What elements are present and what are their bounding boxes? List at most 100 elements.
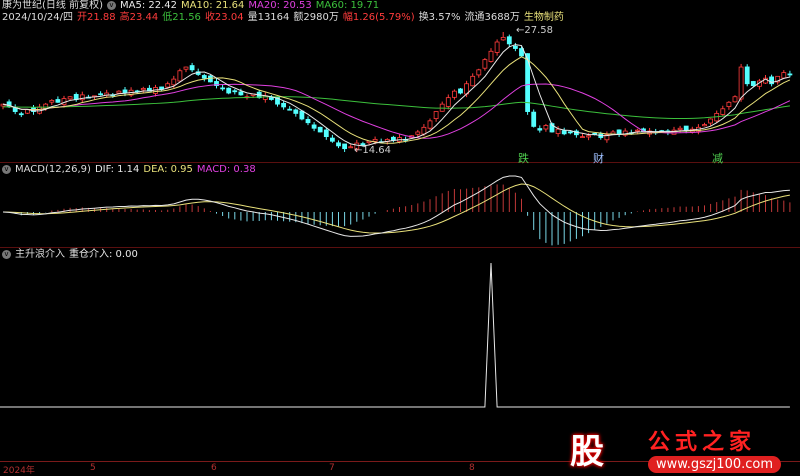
candle bbox=[555, 128, 561, 134]
candle bbox=[616, 129, 622, 135]
candle bbox=[24, 109, 30, 114]
signal-label: 跌 bbox=[518, 152, 529, 165]
candle bbox=[299, 110, 305, 120]
candle bbox=[488, 50, 494, 62]
candle bbox=[171, 78, 177, 86]
x-axis-label: 2024年 bbox=[3, 466, 35, 476]
candle bbox=[43, 103, 49, 109]
candle bbox=[226, 87, 232, 94]
dif-value: DIF: 1.14 bbox=[94, 164, 140, 175]
indicator-value: 重仓介入: 0.00 bbox=[69, 249, 138, 260]
candle bbox=[317, 126, 323, 133]
logo-name: 公式之家 bbox=[648, 430, 757, 455]
watermark-logo: 股 公式之家 www.gszj100.com bbox=[556, 420, 800, 476]
candle bbox=[506, 36, 512, 45]
candle bbox=[305, 118, 311, 124]
low-price-value: 14.64 bbox=[362, 145, 392, 156]
candle bbox=[702, 124, 707, 127]
candle bbox=[567, 131, 573, 134]
candle bbox=[140, 87, 146, 91]
candle bbox=[458, 88, 463, 94]
candle bbox=[189, 65, 195, 71]
candle bbox=[201, 75, 207, 79]
price-chart[interactable] bbox=[0, 0, 800, 476]
candle bbox=[372, 138, 378, 142]
candle bbox=[342, 143, 348, 150]
candle bbox=[738, 66, 744, 100]
candle bbox=[232, 90, 238, 93]
candle bbox=[281, 102, 287, 108]
candle bbox=[744, 66, 750, 85]
candle bbox=[732, 96, 738, 103]
low-price-label: ←14.64 bbox=[354, 145, 392, 156]
candle bbox=[323, 129, 329, 138]
candle bbox=[781, 72, 787, 79]
candle bbox=[708, 118, 713, 124]
candle bbox=[750, 81, 756, 87]
high-price-label: ←27.58 bbox=[516, 25, 554, 36]
candle bbox=[311, 124, 317, 129]
chevron-down-icon[interactable]: v bbox=[2, 164, 11, 174]
candle bbox=[415, 131, 421, 135]
logo-url: www.gszj100.com bbox=[648, 456, 782, 473]
indicator-line bbox=[0, 262, 790, 408]
candle bbox=[482, 59, 488, 69]
candle bbox=[293, 109, 299, 114]
candle bbox=[635, 129, 640, 132]
chevron-down-icon[interactable]: v bbox=[2, 249, 11, 259]
candle bbox=[329, 137, 335, 142]
candle bbox=[116, 90, 122, 94]
signal-label: 财 bbox=[593, 152, 604, 165]
candle bbox=[476, 69, 482, 76]
candle bbox=[183, 66, 189, 70]
candle bbox=[494, 41, 500, 53]
x-axis-label: 8 bbox=[469, 463, 475, 473]
macd-title: MACD(12,26,9) bbox=[15, 164, 91, 175]
candle bbox=[348, 146, 354, 149]
candle bbox=[513, 45, 518, 49]
candle bbox=[537, 128, 543, 131]
dea-line bbox=[2, 183, 790, 234]
candle bbox=[427, 120, 433, 129]
candle bbox=[720, 108, 726, 115]
candle bbox=[543, 125, 549, 130]
x-axis-label: 5 bbox=[90, 463, 96, 473]
ma60-line bbox=[3, 96, 790, 120]
logo-mark: 股 bbox=[570, 432, 604, 472]
candle bbox=[55, 99, 61, 103]
indicator-header: v 主升浪介入 重仓介入: 0.00 bbox=[2, 249, 142, 261]
x-axis-label: 7 bbox=[329, 463, 335, 473]
candle bbox=[433, 111, 439, 119]
candle bbox=[336, 142, 341, 147]
candle bbox=[421, 126, 427, 135]
candle bbox=[220, 87, 226, 90]
panel-divider bbox=[0, 162, 800, 163]
candle bbox=[18, 113, 24, 116]
candle bbox=[165, 83, 171, 88]
high-price-value: 27.58 bbox=[524, 25, 554, 36]
candle bbox=[177, 70, 183, 82]
x-axis-label: 6 bbox=[211, 463, 217, 473]
dif-line bbox=[2, 175, 790, 237]
candle bbox=[67, 96, 73, 100]
dea-value: DEA: 0.95 bbox=[143, 164, 193, 175]
candle bbox=[787, 73, 793, 76]
candle bbox=[726, 101, 732, 107]
panel-divider bbox=[0, 247, 800, 248]
candle bbox=[531, 111, 537, 127]
candle bbox=[207, 75, 213, 83]
candle bbox=[451, 90, 457, 98]
candle bbox=[580, 136, 585, 139]
candle bbox=[561, 130, 567, 135]
candle bbox=[677, 127, 683, 131]
candle bbox=[73, 94, 79, 100]
indicator-title: 主升浪介入 bbox=[15, 249, 65, 260]
macd-value: MACD: 0.38 bbox=[196, 164, 256, 175]
candle bbox=[98, 93, 103, 96]
candle bbox=[287, 108, 293, 111]
candle bbox=[49, 100, 55, 103]
macd-header: v MACD(12,26,9) DIF: 1.14 DEA: 0.95 MACD: 0.… bbox=[2, 164, 260, 176]
candle bbox=[470, 75, 476, 87]
signal-label: 减 bbox=[712, 152, 723, 165]
candle bbox=[238, 91, 244, 96]
